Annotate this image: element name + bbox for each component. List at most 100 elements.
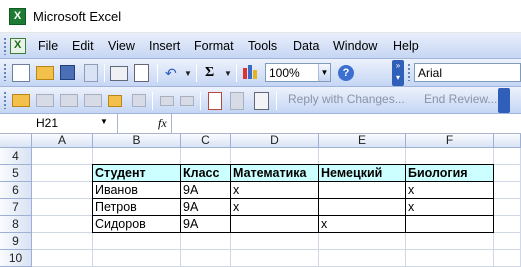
table-header-class[interactable]: Класс (181, 165, 231, 182)
menu-data[interactable]: Data (293, 39, 319, 53)
cell-c9[interactable] (181, 233, 231, 250)
cell-a8[interactable] (32, 216, 93, 233)
table-cell[interactable]: Иванов (93, 182, 181, 199)
table-cell[interactable]: 9А (181, 216, 231, 233)
cell-g7[interactable] (494, 199, 521, 216)
cell-a5[interactable] (32, 165, 93, 182)
end-review-button[interactable]: End Review... (424, 92, 497, 106)
column-header-f[interactable]: F (406, 134, 494, 148)
table-cell[interactable]: x (231, 199, 319, 216)
cell-e9[interactable] (319, 233, 406, 250)
table-cell[interactable]: 9А (181, 182, 231, 199)
menu-format[interactable]: Format (194, 39, 234, 53)
row-header-10[interactable]: 10 (0, 250, 32, 267)
cell-d10[interactable] (231, 250, 319, 267)
autosum-icon[interactable]: Σ (205, 65, 214, 81)
cell-g8[interactable] (494, 216, 521, 233)
toolbar-grip-handle[interactable] (3, 63, 7, 81)
help-icon[interactable]: ? (338, 65, 354, 81)
column-header-b[interactable]: B (93, 134, 181, 148)
select-all-corner[interactable] (0, 134, 32, 148)
cell-g10[interactable] (494, 250, 521, 267)
menu-window[interactable]: Window (333, 39, 377, 53)
cell-c10[interactable] (181, 250, 231, 267)
open-folder-icon[interactable] (36, 66, 54, 80)
table-cell[interactable]: x (406, 182, 494, 199)
menu-insert[interactable]: Insert (149, 39, 180, 53)
show-all-comments-icon[interactable] (108, 95, 122, 107)
row-header-5[interactable]: 5 (0, 165, 32, 182)
menu-edit[interactable]: Edit (72, 39, 94, 53)
menu-view[interactable]: View (108, 39, 135, 53)
cell-c4[interactable] (181, 148, 231, 165)
track-changes-icon[interactable] (208, 92, 222, 110)
zoom-combobox[interactable]: 100% ▼ (265, 63, 331, 82)
cell-g5[interactable] (494, 165, 521, 182)
cell-e10[interactable] (319, 250, 406, 267)
row-header-4[interactable]: 4 (0, 148, 32, 165)
cell-a4[interactable] (32, 148, 93, 165)
cell-f10[interactable] (406, 250, 494, 267)
font-name-combobox[interactable]: Arial (414, 63, 521, 82)
column-header-g[interactable] (494, 134, 521, 148)
cell-f9[interactable] (406, 233, 494, 250)
cell-g9[interactable] (494, 233, 521, 250)
print-preview-icon[interactable] (134, 64, 149, 82)
review-folder-icon[interactable] (12, 94, 30, 107)
row-header-6[interactable]: 6 (0, 182, 32, 199)
cell-g6[interactable] (494, 182, 521, 199)
reply-with-changes-button[interactable]: Reply with Changes... (288, 92, 405, 106)
toolbar-grip-handle[interactable] (3, 91, 7, 109)
toolbar-options-chevron-icon[interactable]: » ▾ (392, 60, 404, 86)
table-header-german[interactable]: Немецкий (319, 165, 406, 182)
undo-dropdown-arrow-icon[interactable]: ▼ (184, 69, 192, 78)
menu-file[interactable]: File (38, 39, 58, 53)
cell-b4[interactable] (93, 148, 181, 165)
reviewing-toolbar-options-icon[interactable] (498, 88, 510, 113)
insert-function-icon[interactable]: fx (158, 116, 167, 131)
column-header-d[interactable]: D (231, 134, 319, 148)
cell-g4[interactable] (494, 148, 521, 165)
cell-a7[interactable] (32, 199, 93, 216)
zoom-dropdown-arrow-icon[interactable]: ▼ (318, 64, 330, 81)
menu-tools[interactable]: Tools (248, 39, 277, 53)
column-header-e[interactable]: E (319, 134, 406, 148)
send-email-icon[interactable] (254, 92, 269, 110)
cell-f4[interactable] (406, 148, 494, 165)
workbook-icon[interactable] (10, 38, 26, 54)
cell-a9[interactable] (32, 233, 93, 250)
table-cell[interactable]: x (231, 182, 319, 199)
name-box-dropdown-arrow-icon[interactable]: ▼ (100, 117, 108, 126)
worksheet-grid[interactable]: A B C D E F 4 5 6 7 8 9 10 Студент Класс… (0, 134, 521, 267)
cell-d9[interactable] (231, 233, 319, 250)
table-cell[interactable]: x (319, 216, 406, 233)
cell-a6[interactable] (32, 182, 93, 199)
column-header-a[interactable]: A (32, 134, 93, 148)
menu-help[interactable]: Help (393, 39, 419, 53)
table-cell[interactable] (319, 182, 406, 199)
print-icon[interactable] (110, 66, 128, 81)
cell-a10[interactable] (32, 250, 93, 267)
table-cell[interactable] (406, 216, 494, 233)
cell-d4[interactable] (231, 148, 319, 165)
new-document-icon[interactable] (12, 64, 30, 82)
column-header-c[interactable]: C (181, 134, 231, 148)
formatting-toolbar-grip-handle[interactable] (407, 63, 411, 81)
menubar-grip-handle[interactable] (3, 37, 7, 55)
table-cell[interactable]: x (406, 199, 494, 216)
autosum-dropdown-arrow-icon[interactable]: ▼ (224, 69, 232, 78)
save-icon[interactable] (60, 65, 75, 80)
row-header-9[interactable]: 9 (0, 233, 32, 250)
table-cell[interactable] (231, 216, 319, 233)
table-cell[interactable]: 9А (181, 199, 231, 216)
row-header-7[interactable]: 7 (0, 199, 32, 216)
permission-icon[interactable] (84, 64, 98, 82)
table-cell[interactable] (319, 199, 406, 216)
table-cell[interactable]: Петров (93, 199, 181, 216)
table-header-biology[interactable]: Биология (406, 165, 494, 182)
table-cell[interactable]: Сидоров (93, 216, 181, 233)
table-header-student[interactable]: Студент (93, 165, 181, 182)
cell-b9[interactable] (93, 233, 181, 250)
name-box[interactable]: H21 ▼ (0, 114, 118, 133)
undo-icon[interactable]: ↶ (165, 65, 177, 82)
